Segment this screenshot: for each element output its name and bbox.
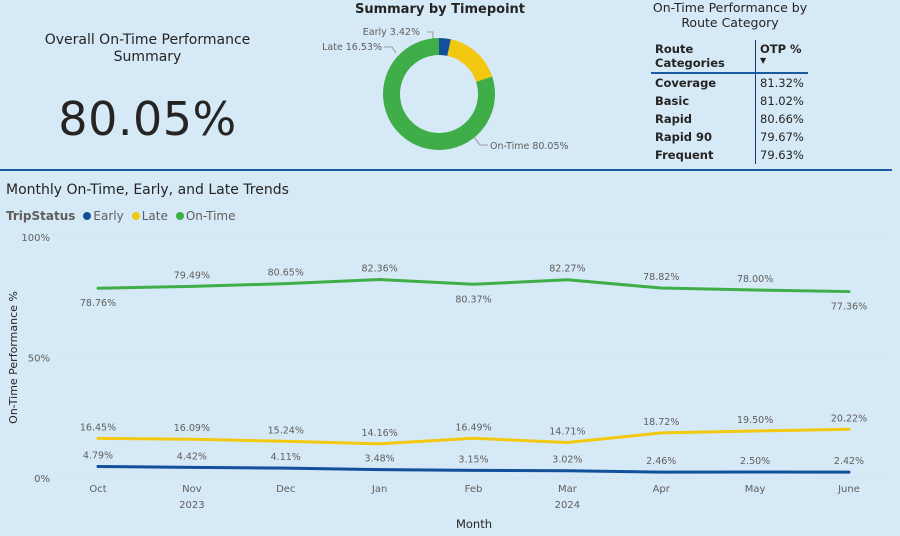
section-divider	[0, 169, 892, 171]
table-row[interactable]: Rapid 90 79.67%	[651, 128, 808, 146]
data-label-early: 3.02%	[552, 455, 582, 466]
route-otp-table: Route Categories OTP % ▼ Coverage 81.32% …	[651, 40, 808, 164]
table-row[interactable]: Frequent 79.63%	[651, 146, 808, 164]
data-label-early: 4.42%	[177, 451, 207, 462]
data-label-late: 16.09%	[174, 423, 210, 434]
donut-leader-line	[473, 136, 488, 146]
data-label-late: 15.24%	[268, 425, 304, 436]
table-row[interactable]: Rapid 80.66%	[651, 110, 808, 128]
y-tick-label: 100%	[21, 233, 50, 244]
route-table-title: On-Time Performance by Route Category	[652, 0, 808, 30]
legend-label-late: Late	[141, 209, 168, 223]
data-label-early: 4.11%	[271, 452, 301, 463]
column-header-otp[interactable]: OTP % ▼	[755, 40, 808, 74]
legend-item-early[interactable]: Early	[83, 209, 124, 223]
column-header-otp-label: OTP %	[760, 42, 802, 56]
x-tick-label: Jan	[371, 484, 387, 495]
data-label-on-time: 78.76%	[80, 298, 116, 309]
data-label-on-time: 78.82%	[643, 272, 679, 283]
data-label-early: 2.42%	[834, 456, 864, 467]
route-category-cell: Frequent	[655, 148, 714, 162]
data-label-on-time: 80.65%	[268, 268, 304, 279]
y-axis-title: On-Time Performance %	[7, 291, 20, 424]
column-header-route-categories[interactable]: Route Categories	[651, 40, 756, 74]
data-label-late: 14.71%	[549, 427, 585, 438]
legend-dot-late	[131, 212, 140, 220]
donut-leader-line	[384, 46, 397, 54]
sort-descending-icon: ▼	[760, 56, 767, 65]
data-label-early: 3.15%	[458, 454, 488, 465]
route-category-cell: Coverage	[655, 76, 717, 90]
otp-cell: 79.63%	[755, 146, 808, 164]
otp-cell: 79.67%	[755, 128, 808, 146]
legend-title: TripStatus	[6, 209, 76, 223]
donut-title: Summary by Timepoint	[354, 2, 526, 17]
data-label-late: 20.22%	[831, 413, 867, 424]
donut-chart[interactable]: Early 3.42% Late 16.53% On-Time 80.05%	[320, 20, 600, 160]
legend-label-early: Early	[93, 209, 124, 223]
table-row[interactable]: Coverage 81.32%	[651, 73, 808, 92]
data-label-late: 18.72%	[643, 417, 679, 428]
data-label-on-time: 79.49%	[174, 270, 210, 281]
otp-cell: 81.32%	[755, 73, 808, 92]
x-tick-label: Dec	[276, 484, 295, 495]
data-label-late: 14.16%	[362, 428, 398, 439]
x-tick-label: May	[745, 484, 766, 495]
x-tick-label: Feb	[465, 484, 483, 495]
data-label-early: 4.79%	[83, 450, 113, 461]
data-label-late: 19.50%	[737, 415, 773, 426]
data-label-early: 2.50%	[740, 456, 770, 467]
donut-leader-line	[427, 31, 434, 39]
otp-cell: 80.66%	[755, 110, 808, 128]
legend-item-on-time[interactable]: On-Time	[175, 209, 236, 223]
donut-label-late: Late 16.53%	[322, 42, 382, 53]
chart-legend: TripStatus Early Late On-Time	[6, 209, 240, 223]
otp-cell: 81.02%	[755, 92, 808, 110]
y-tick-label: 50%	[28, 354, 50, 365]
route-category-cell: Rapid 90	[655, 130, 713, 144]
data-label-late: 16.49%	[455, 422, 491, 433]
x-year-label: 2024	[555, 500, 580, 511]
data-label-on-time: 80.37%	[455, 294, 491, 305]
line-chart[interactable]: 0% 50% 100% On-Time Performance % Oct Nov Dec J…	[0, 225, 900, 536]
x-year-label: 2023	[179, 500, 204, 511]
x-tick-label: Nov	[182, 484, 202, 495]
route-category-cell: Rapid	[655, 112, 693, 126]
legend-dot-on-time	[175, 212, 184, 220]
x-tick-label: Mar	[558, 484, 578, 495]
donut-label-on-time: On-Time 80.05%	[490, 141, 569, 152]
kpi-title: Overall On-Time Performance Summary	[44, 32, 251, 65]
kpi-value: 80.05%	[58, 92, 237, 146]
series-line-early[interactable]	[96, 464, 851, 474]
data-label-on-time: 78.00%	[737, 274, 773, 285]
legend-item-late[interactable]: Late	[131, 209, 168, 223]
data-label-late: 16.45%	[80, 422, 116, 433]
legend-dot-early	[83, 212, 92, 220]
data-label-on-time: 82.36%	[362, 264, 398, 275]
x-tick-label: June	[837, 484, 860, 495]
legend-label-on-time: On-Time	[185, 209, 236, 223]
data-label-on-time: 77.36%	[831, 302, 867, 313]
data-label-early: 3.48%	[365, 454, 395, 465]
donut-label-early: Early 3.42%	[363, 27, 420, 38]
data-label-on-time: 82.27%	[549, 264, 585, 275]
table-row[interactable]: Basic 81.02%	[651, 92, 808, 110]
donut-slice-late[interactable]	[447, 39, 493, 82]
x-axis-title: Month	[456, 517, 492, 531]
route-category-cell: Basic	[655, 94, 690, 108]
data-label-early: 2.46%	[646, 456, 676, 467]
trend-chart-title: Monthly On-Time, Early, and Late Trends	[6, 182, 289, 198]
x-tick-label: Apr	[653, 484, 671, 495]
y-tick-label: 0%	[34, 474, 50, 485]
x-tick-label: Oct	[89, 484, 106, 495]
